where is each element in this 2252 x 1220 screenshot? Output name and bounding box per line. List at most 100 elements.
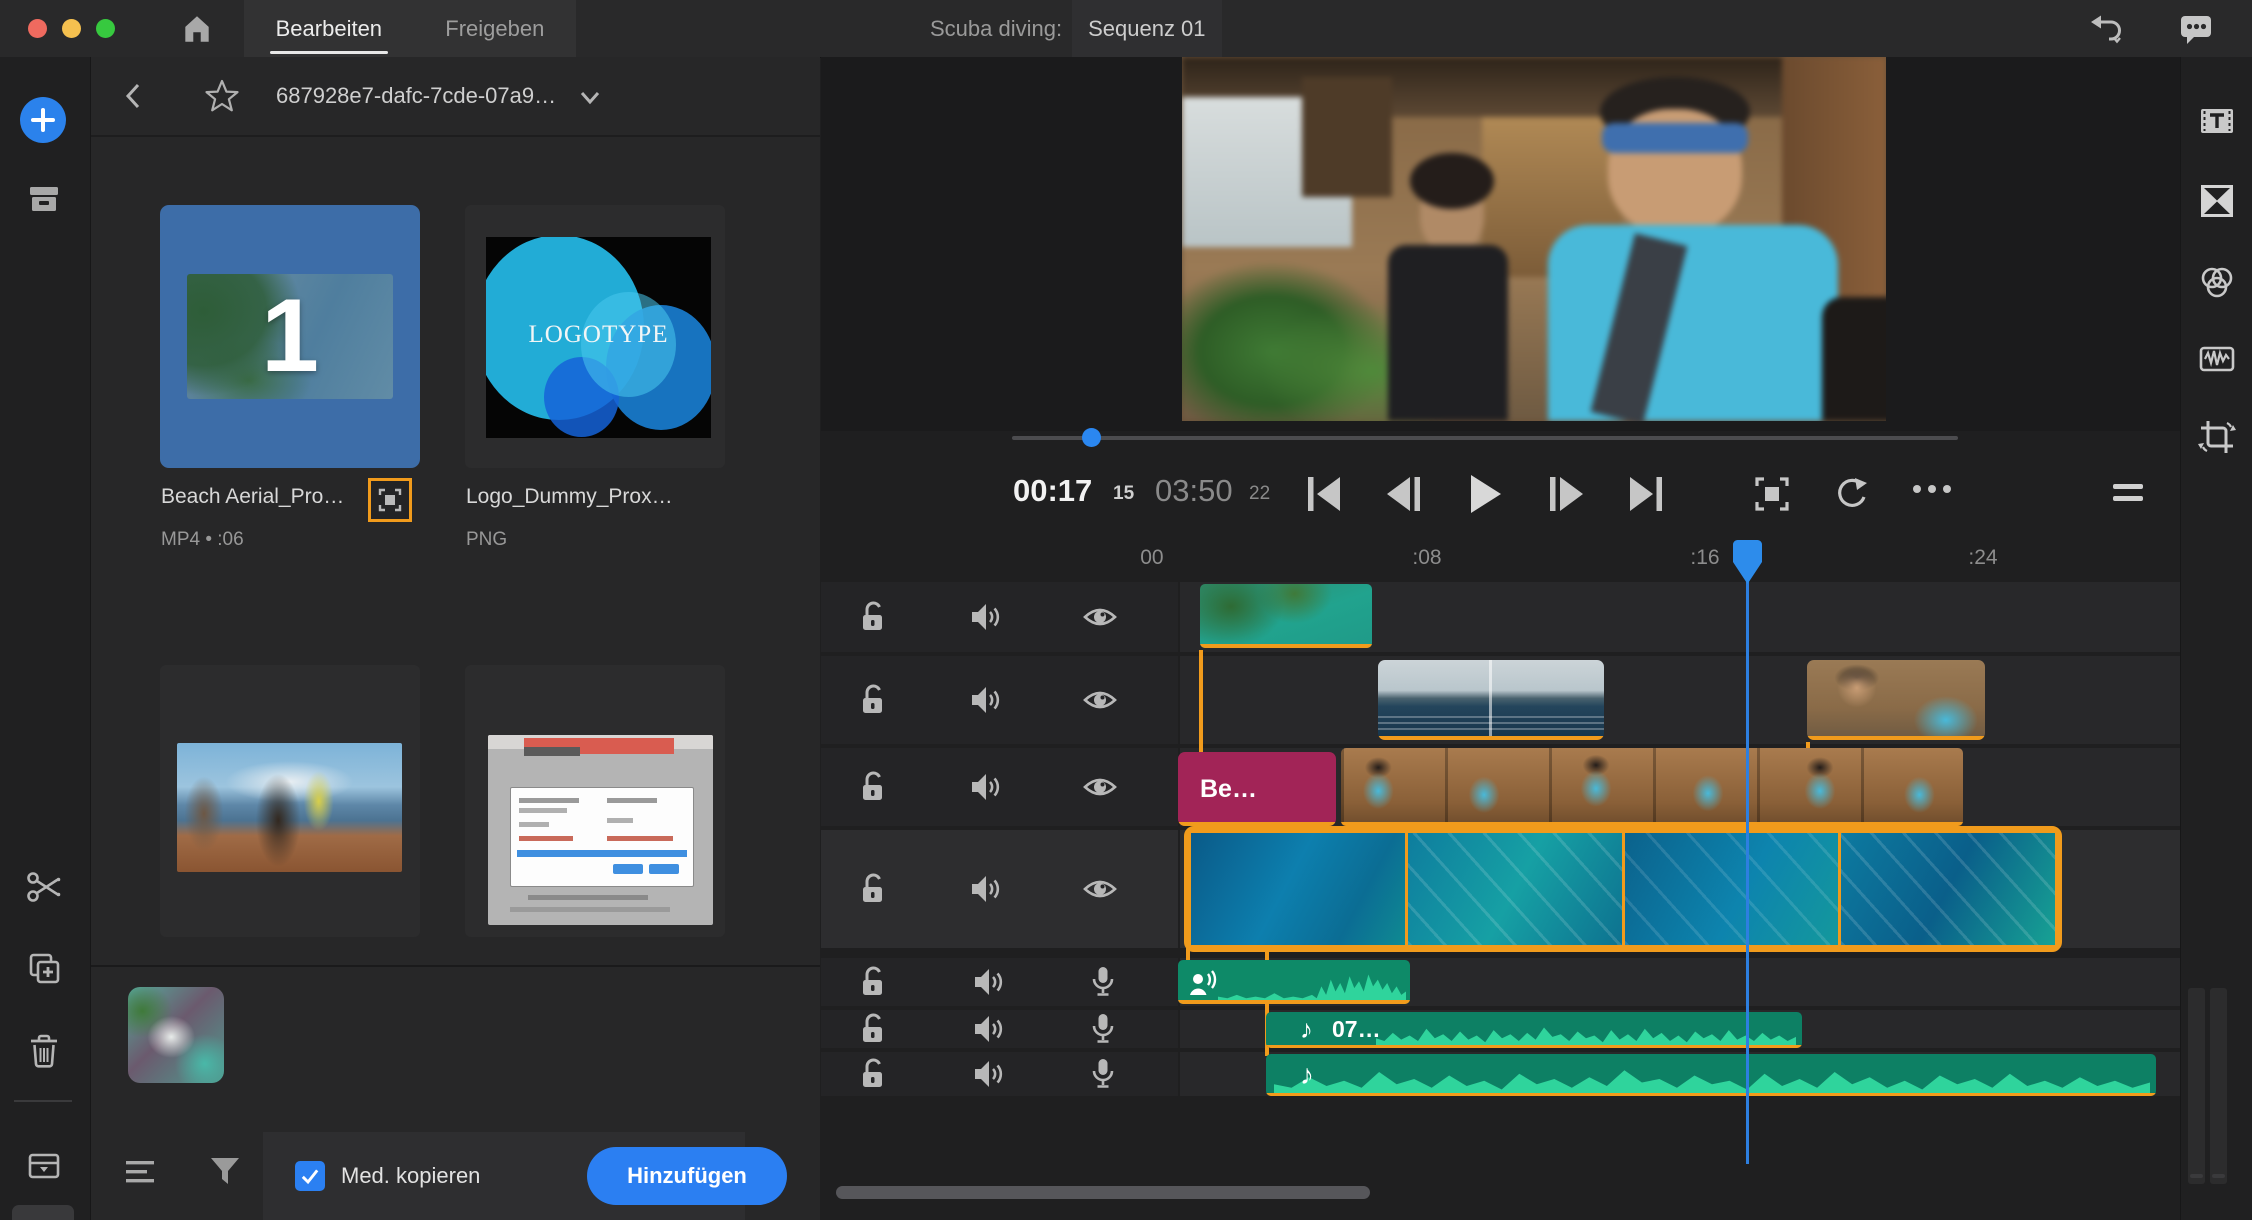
media-item-logo[interactable]: LOGOTYPE: [465, 205, 725, 468]
speaker-icon[interactable]: [969, 873, 1003, 905]
aerial-thumbs: [1191, 833, 2055, 945]
preview-video[interactable]: [1182, 57, 1886, 421]
boat-streaks: [1378, 716, 1604, 734]
traffic-zoom-button[interactable]: [96, 19, 115, 38]
mic-icon[interactable]: [1088, 965, 1118, 999]
timeline-scrollbar[interactable]: [836, 1186, 1370, 1199]
timeline-ruler[interactable]: :00 :08 :16 :24: [1140, 540, 2180, 580]
sort-button[interactable]: [126, 1160, 156, 1184]
bin-name: 687928e7-dafc-7cde-07a9…: [276, 83, 556, 109]
visibility-icon[interactable]: [1082, 874, 1118, 904]
track-height-button[interactable]: [26, 1150, 62, 1182]
selection-underline: [1200, 644, 1372, 648]
clip-title[interactable]: Be…: [1178, 752, 1336, 826]
clip-a1-voice[interactable]: [1178, 960, 1410, 1004]
visibility-icon[interactable]: [1082, 685, 1118, 715]
proxy-badge[interactable]: [368, 478, 412, 522]
scrub-bar[interactable]: [1012, 436, 1958, 440]
delete-button[interactable]: [26, 1032, 62, 1070]
track-lane-v3[interactable]: [1180, 656, 2180, 744]
speaker-icon[interactable]: [969, 601, 1003, 633]
lock-icon[interactable]: [858, 683, 890, 717]
feedback-button[interactable]: [2178, 12, 2214, 46]
frame-back-button[interactable]: [1387, 476, 1421, 512]
media-item-screenshot[interactable]: [465, 665, 725, 937]
clip-a2-music[interactable]: ♪ 07…: [1266, 1012, 1802, 1048]
duplicate-button[interactable]: [25, 950, 63, 988]
tab-freigeben[interactable]: Freigeben: [445, 0, 544, 57]
skip-end-button[interactable]: [1629, 476, 1663, 512]
lock-icon[interactable]: [858, 1012, 890, 1046]
clip-v3-mountains[interactable]: [1378, 660, 1604, 740]
music-note-icon: ♪: [1300, 1014, 1313, 1045]
lock-icon[interactable]: [858, 600, 890, 634]
music-waveform: [1376, 1018, 1796, 1045]
filter-button[interactable]: [209, 1156, 241, 1186]
lock-icon[interactable]: [858, 872, 890, 906]
favorite-button[interactable]: [203, 77, 241, 115]
add-media-button[interactable]: [20, 97, 66, 143]
media-item-beach-aerial[interactable]: 1: [160, 205, 420, 468]
dot: [1913, 485, 1921, 493]
lock-icon[interactable]: [858, 1057, 890, 1091]
traffic-minimize-button[interactable]: [62, 19, 81, 38]
lock-icon[interactable]: [858, 770, 890, 804]
tab-bearbeiten[interactable]: Bearbeiten: [276, 0, 382, 57]
ruler-tick-8: :08: [1387, 546, 1467, 570]
traffic-close-button[interactable]: [28, 19, 47, 38]
scrub-handle[interactable]: [1082, 428, 1101, 447]
track-controls-toggle[interactable]: [12, 1205, 74, 1220]
loop-button[interactable]: [1833, 475, 1871, 513]
fullscreen-button[interactable]: [1753, 475, 1791, 513]
add-button[interactable]: Hinzufügen: [587, 1147, 787, 1205]
timeline-menu-button[interactable]: [2111, 481, 2145, 507]
media-browser-button[interactable]: [26, 182, 62, 216]
audio-meter-right: [2210, 988, 2227, 1184]
media-item-photo[interactable]: [160, 665, 420, 937]
play-button[interactable]: [1469, 474, 1503, 514]
track-controls-row: [858, 1057, 1118, 1091]
back-button[interactable]: [123, 81, 143, 111]
frame-forward-button[interactable]: [1549, 476, 1583, 512]
clip-v4-lagoon[interactable]: [1200, 584, 1372, 648]
timecode-current: 00:17: [1013, 473, 1092, 509]
color-button[interactable]: [2197, 263, 2237, 303]
speaker-icon[interactable]: [972, 966, 1006, 998]
dot: [1928, 485, 1936, 493]
skip-start-button[interactable]: [1307, 476, 1341, 512]
transitions-button[interactable]: [2197, 181, 2237, 221]
audio-icon: [2197, 339, 2237, 379]
lock-icon[interactable]: [858, 965, 890, 999]
visibility-icon[interactable]: [1082, 772, 1118, 802]
titles-button[interactable]: [2197, 101, 2237, 141]
mic-icon[interactable]: [1088, 1057, 1118, 1091]
clip-v3-selfie[interactable]: [1807, 660, 1985, 740]
selection-order-badge: 1: [187, 274, 393, 399]
timecode-total: 03:50: [1155, 473, 1233, 509]
crop-button[interactable]: [2197, 417, 2237, 457]
playhead-marker[interactable]: [1733, 540, 1762, 584]
clip-v1-aerial[interactable]: [1184, 826, 2062, 952]
clip-a3-music[interactable]: ♪: [1266, 1054, 2156, 1096]
split-button[interactable]: [25, 869, 63, 905]
visibility-icon[interactable]: [1082, 602, 1118, 632]
recent-media-thumb[interactable]: [128, 987, 224, 1083]
bin-selector[interactable]: 687928e7-dafc-7cde-07a9…: [276, 57, 602, 135]
speaker-icon[interactable]: [969, 771, 1003, 803]
panel-divider: [91, 965, 820, 967]
clip-v2-filmstrip[interactable]: [1341, 748, 1963, 826]
speaker-icon[interactable]: [972, 1058, 1006, 1090]
undo-button[interactable]: [2088, 12, 2124, 46]
more-options-button[interactable]: [1913, 485, 1951, 493]
copy-media-checkbox[interactable]: [295, 1161, 325, 1191]
mic-icon[interactable]: [1088, 1012, 1118, 1046]
selection-underline: [1266, 1045, 1802, 1048]
speaker-icon[interactable]: [969, 684, 1003, 716]
home-button[interactable]: [180, 12, 214, 46]
dot: [1943, 485, 1951, 493]
audio-button[interactable]: [2197, 339, 2237, 379]
speaker-icon[interactable]: [972, 1013, 1006, 1045]
voiceover-icon: [1188, 968, 1218, 998]
tab-freigeben-label: Freigeben: [445, 16, 544, 42]
playhead-line[interactable]: [1746, 556, 1749, 1164]
